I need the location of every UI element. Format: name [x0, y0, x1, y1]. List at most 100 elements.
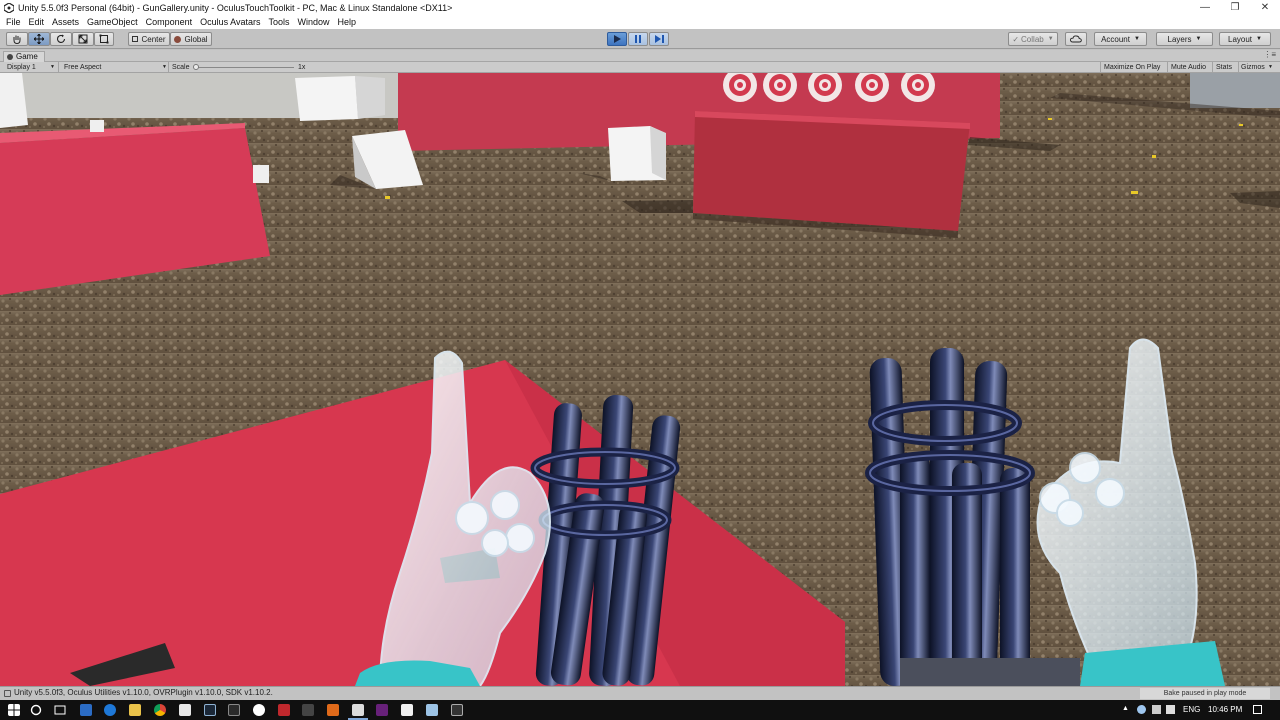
menu-component[interactable]: Component [142, 17, 197, 27]
menu-gameobject[interactable]: GameObject [83, 17, 142, 27]
restore-icon[interactable]: ❐ [1220, 0, 1250, 15]
menu-tools[interactable]: Tools [264, 17, 293, 27]
gizmos-dropdown[interactable]: Gizmos [1241, 62, 1265, 73]
scale-tool-icon [78, 34, 88, 44]
steam-icon[interactable] [204, 704, 216, 716]
app-icon[interactable] [253, 704, 265, 716]
account-dropdown[interactable]: Account ▼ [1094, 32, 1147, 46]
aspect-dropdown[interactable]: Free Aspect [64, 62, 101, 73]
scale-value: 1x [298, 64, 306, 71]
chevron-down-icon: ▼ [1047, 36, 1054, 42]
visual-studio-icon[interactable] [376, 704, 388, 716]
clock[interactable]: 10:46 PM [1208, 703, 1242, 717]
move-tool-button[interactable] [28, 32, 50, 46]
tray-chevron-up-icon[interactable]: ▲ [1122, 705, 1131, 714]
play-button[interactable] [607, 32, 627, 46]
white-cube [253, 165, 269, 183]
network-icon[interactable] [1152, 705, 1161, 714]
step-button[interactable] [649, 32, 669, 46]
layout-dropdown[interactable]: Layout ▼ [1219, 32, 1271, 46]
window-title-bar: Unity 5.5.0f3 Personal (64bit) - GunGall… [0, 0, 1280, 15]
volume-icon[interactable] [1166, 705, 1175, 714]
window-title: Unity 5.5.0f3 Personal (64bit) - GunGall… [18, 2, 453, 13]
chevron-down-icon: ▼ [1268, 64, 1273, 70]
menu-file[interactable]: File [2, 17, 25, 27]
calculator-icon[interactable] [401, 704, 413, 716]
separator [1167, 62, 1168, 73]
close-icon[interactable]: ✕ [1250, 0, 1280, 15]
blender-icon[interactable] [327, 704, 339, 716]
hand-tool-button[interactable] [6, 32, 28, 46]
pivot-label: Center [141, 34, 166, 44]
scale-tool-button[interactable] [72, 32, 94, 46]
display-dropdown[interactable]: Display 1 [7, 62, 36, 73]
status-message[interactable]: Unity v5.5.0f3, Oculus Utilities v1.10.0… [14, 688, 273, 697]
separator [1238, 62, 1239, 73]
chrome-icon[interactable] [154, 704, 166, 716]
menu-help[interactable]: Help [334, 17, 361, 27]
edge-icon[interactable] [104, 704, 116, 716]
pause-button[interactable] [628, 32, 648, 46]
stats-toggle[interactable]: Stats [1216, 62, 1232, 73]
account-label: Account [1101, 34, 1130, 44]
app-icon[interactable] [451, 704, 463, 716]
game-view[interactable] [0, 73, 1280, 686]
collab-label: Collab [1021, 34, 1044, 44]
tab-game[interactable]: Game [3, 51, 45, 62]
menu-edit[interactable]: Edit [25, 17, 49, 27]
app-icon[interactable] [302, 704, 314, 716]
windows-start-icon[interactable] [8, 704, 20, 716]
layers-dropdown[interactable]: Layers ▼ [1156, 32, 1213, 46]
separator [58, 62, 59, 73]
game-tab-strip: Game ⋮≡ [0, 50, 1280, 62]
separator [1212, 62, 1213, 73]
notepad-icon[interactable] [179, 704, 191, 716]
task-view-icon[interactable] [54, 704, 66, 716]
scale-label: Scale [172, 64, 190, 71]
search-icon[interactable] [30, 704, 42, 716]
status-bar: Unity v5.5.0f3, Oculus Utilities v1.10.0… [0, 686, 1280, 700]
language-indicator[interactable]: ENG [1183, 703, 1200, 717]
pivot-center-button[interactable]: Center [128, 32, 170, 46]
separator [168, 62, 169, 73]
menu-assets[interactable]: Assets [48, 17, 83, 27]
bake-status: Bake paused in play mode [1140, 688, 1270, 699]
mail-icon[interactable] [80, 704, 92, 716]
console-info-icon [4, 690, 11, 697]
unity-taskbar-icon[interactable] [348, 704, 368, 720]
file-explorer-icon[interactable] [129, 704, 141, 716]
maximize-on-play-toggle[interactable]: Maximize On Play [1104, 62, 1160, 73]
app-icon[interactable] [228, 704, 240, 716]
rotate-tool-icon [56, 34, 66, 43]
scale-slider-thumb[interactable] [193, 64, 199, 70]
game-scene-render [0, 73, 1280, 686]
scale-slider-track[interactable] [194, 67, 294, 68]
main-toolbar: Center Global ✓ Collab ▼ Account ▼ Layer… [0, 29, 1280, 49]
layout-label: Layout [1228, 34, 1253, 44]
minimize-icon[interactable]: — [1190, 0, 1220, 15]
hand-tool-icon [13, 35, 21, 44]
space-global-button[interactable]: Global [170, 32, 212, 46]
chevron-down-icon: ▼ [1256, 36, 1262, 42]
menu-oculus-avatars[interactable]: Oculus Avatars [196, 17, 264, 27]
app-icon[interactable] [426, 704, 438, 716]
pause-icon [635, 35, 641, 43]
collab-button[interactable]: ✓ Collab ▼ [1008, 32, 1058, 46]
cloud-button[interactable] [1065, 32, 1087, 46]
mute-audio-toggle[interactable]: Mute Audio [1171, 62, 1206, 73]
space-label: Global [184, 34, 208, 44]
game-controller-icon [7, 54, 13, 60]
chevron-down-icon: ▼ [162, 64, 167, 70]
step-icon [654, 35, 664, 43]
white-cube [295, 76, 385, 121]
tab-game-label: Game [16, 52, 38, 61]
rect-tool-button[interactable] [94, 32, 114, 46]
rotate-tool-button[interactable] [50, 32, 72, 46]
menu-window[interactable]: Window [294, 17, 334, 27]
tab-menu-icon[interactable]: ⋮≡ [1263, 50, 1276, 59]
tray-app-icon[interactable] [1137, 705, 1146, 714]
notifications-icon[interactable] [1253, 705, 1262, 714]
app-icon[interactable] [278, 704, 290, 716]
collab-check-icon: ✓ [1012, 34, 1020, 44]
rect-tool-icon [99, 34, 109, 44]
